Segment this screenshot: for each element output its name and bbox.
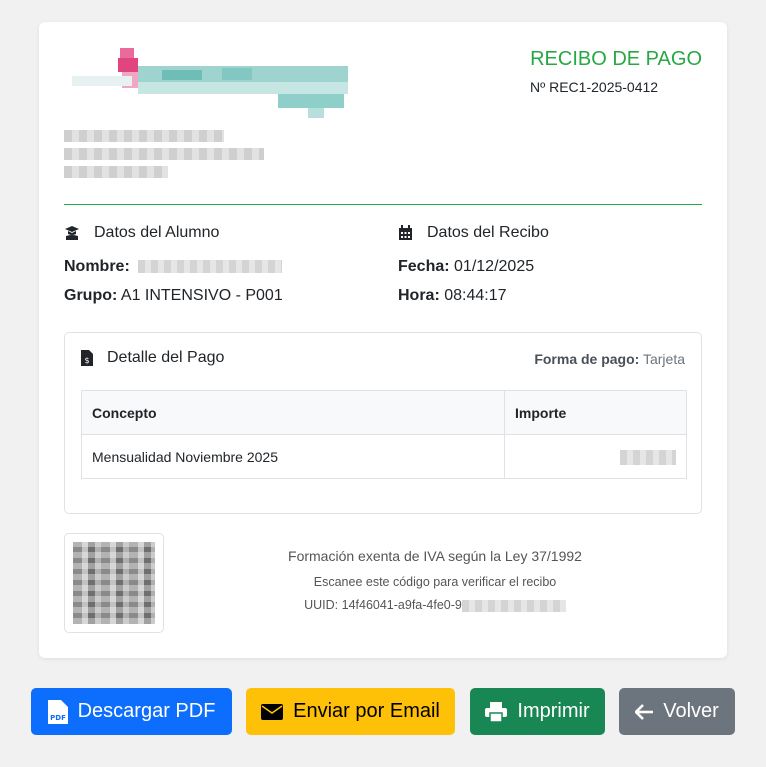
calendar-icon (399, 225, 412, 240)
receipt-section-header: Datos del Recibo (398, 224, 549, 242)
group-value: A1 INTENSIVO - P001 (120, 287, 283, 304)
receipt-time: Hora: 08:44:17 (398, 287, 507, 305)
payment-detail-card: $ Detalle del Pago Forma de pago: Tarjet… (64, 332, 702, 514)
vat-note: Formación exenta de IVA según la Ley 37/… (288, 548, 582, 564)
payment-header: $ Detalle del Pago (81, 349, 224, 367)
file-pdf-icon: PDF (47, 699, 68, 724)
receipt-title: RECIBO DE PAGO (530, 48, 702, 70)
student-section-header: Datos del Alumno (64, 224, 219, 242)
time-label: Hora: (398, 287, 440, 304)
uuid-text: UUID: 14f46041-a9fa-4fe0-9 (304, 598, 462, 612)
time-value: 08:44:17 (444, 287, 507, 304)
receipt-date: Fecha: 01/12/2025 (398, 258, 534, 276)
table-row: Mensualidad Noviembre 2025 (81, 434, 687, 479)
printer-icon (485, 701, 508, 722)
back-label: Volver (663, 700, 719, 722)
print-button[interactable]: Imprimir (470, 688, 605, 735)
student-section-title: Datos del Alumno (94, 224, 220, 241)
back-button[interactable]: Volver (619, 688, 735, 735)
qr-code (64, 533, 164, 633)
company-logo (72, 46, 348, 118)
receipt-number: Nº REC1-2025-0412 (530, 79, 659, 95)
arrow-left-icon (635, 703, 654, 720)
envelope-icon (261, 703, 284, 720)
concept-cell: Mensualidad Noviembre 2025 (81, 434, 505, 479)
student-name: Nombre: (64, 258, 283, 276)
payment-table: Concepto Importe Mensualidad Noviembre 2… (81, 390, 687, 479)
uuid-line: UUID: 14f46041-a9fa-4fe0-9 (200, 598, 670, 612)
date-label: Fecha: (398, 258, 450, 275)
graduate-icon (65, 226, 79, 240)
name-label: Nombre: (64, 258, 130, 275)
receipt-section-title: Datos del Recibo (427, 224, 549, 241)
payment-method-label: Forma de pago: (534, 351, 640, 367)
send-email-button[interactable]: Enviar por Email (246, 688, 455, 735)
amount-cell (504, 434, 687, 479)
payment-method: Forma de pago: Tarjeta (534, 351, 685, 367)
column-header-amount: Importe (504, 390, 687, 435)
student-group: Grupo: A1 INTENSIVO - P001 (64, 287, 283, 305)
company-address (64, 130, 264, 184)
payment-method-value: Tarjeta (642, 351, 685, 367)
group-label: Grupo: (64, 287, 118, 304)
scan-note: Escanee este código para verificar el re… (313, 575, 557, 589)
download-pdf-button[interactable]: PDF Descargar PDF (31, 688, 232, 735)
payment-title: Detalle del Pago (107, 349, 225, 366)
send-email-label: Enviar por Email (293, 700, 440, 722)
svg-text:$: $ (84, 356, 89, 365)
date-value: 01/12/2025 (454, 258, 535, 275)
print-label: Imprimir (517, 700, 590, 722)
student-name-value (138, 260, 283, 274)
svg-text:PDF: PDF (50, 714, 66, 722)
column-header-concept: Concepto (81, 390, 505, 435)
invoice-icon: $ (81, 350, 93, 366)
divider (64, 204, 702, 205)
download-pdf-label: Descargar PDF (77, 700, 216, 722)
